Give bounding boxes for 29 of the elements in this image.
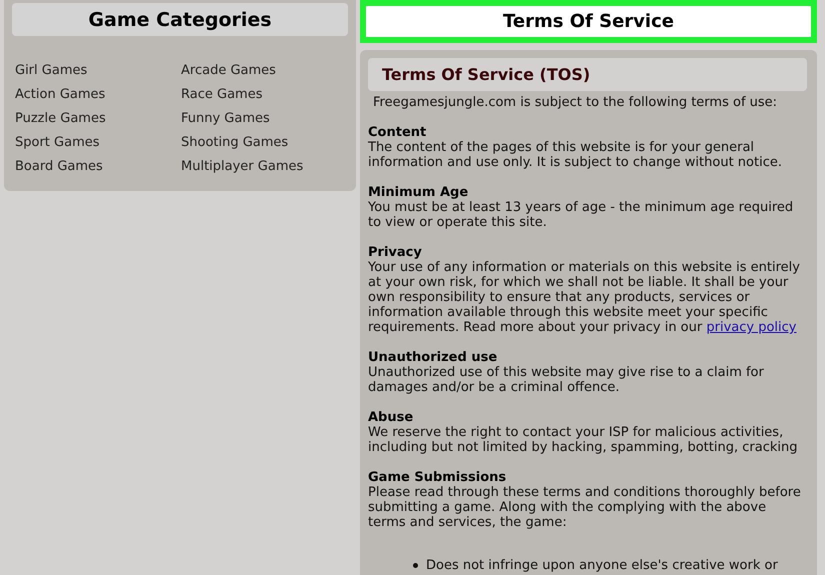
- panel-heading: Game Categories: [12, 3, 348, 36]
- terms-paragraph: The content of the pages of this website is for your general information and use only. It is subject to change without notice.: [368, 140, 783, 170]
- category-link[interactable]: Board Games: [15, 157, 103, 176]
- intro-text: Freegamesjungle.com is subject to the following terms of use:: [372, 95, 778, 110]
- category-link[interactable]: Sport Games: [15, 133, 100, 152]
- terms-paragraph: Your use of any information or materials on this website is entirely at your own risk, for which we shall not be liable. It shall be your own responsibility to ensure that any products, services or information available through this website meet your specific requirements. Read more about your privacy in our privacy policy: [368, 260, 801, 335]
- terms-subheading: Minimum Age: [368, 185, 470, 200]
- category-link[interactable]: Multiplayer Games: [181, 157, 304, 176]
- category-link[interactable]: Race Games: [181, 85, 262, 104]
- terms-paragraph: Please read through these terms and conditions thoroughly before submitting a game. Along with the complying with the above terms and services, the game:: [368, 485, 802, 530]
- terms-subheading: Game Submissions: [368, 470, 508, 485]
- terms-subheading: Abuse: [368, 410, 414, 425]
- category-link[interactable]: Girl Games: [15, 61, 88, 80]
- category-link[interactable]: Arcade Games: [181, 61, 276, 80]
- terms-subheading: Content: [368, 125, 428, 140]
- terms-paragraph: You must be at least 13 years of age - the minimum age required to view or operate this site.: [368, 200, 794, 230]
- terms-paragraph: Unauthorized use of this website may give rise to a claim for damages and/or be a criminal offence.: [368, 365, 765, 395]
- category-link[interactable]: Shooting Games: [181, 133, 288, 152]
- bullet-icon: [413, 563, 418, 568]
- terms-subheading: Privacy: [368, 245, 423, 260]
- privacy-link[interactable]: privacy policy: [706, 320, 796, 335]
- bullet-text: Does not infringe upon anyone else's creative work or: [426, 558, 778, 573]
- terms-paragraph: We reserve the right to contact your ISP for malicious activities, including but not limited by hacking, spamming, botting, cracking: [368, 425, 798, 455]
- terms-subheading: Unauthorized use: [368, 350, 498, 365]
- category-link[interactable]: Puzzle Games: [15, 109, 106, 128]
- category-link[interactable]: Action Games: [15, 85, 106, 104]
- category-link[interactable]: Funny Games: [181, 109, 270, 128]
- page-title: Terms Of Service: [360, 0, 817, 43]
- section-heading: Terms Of Service (TOS): [368, 58, 807, 91]
